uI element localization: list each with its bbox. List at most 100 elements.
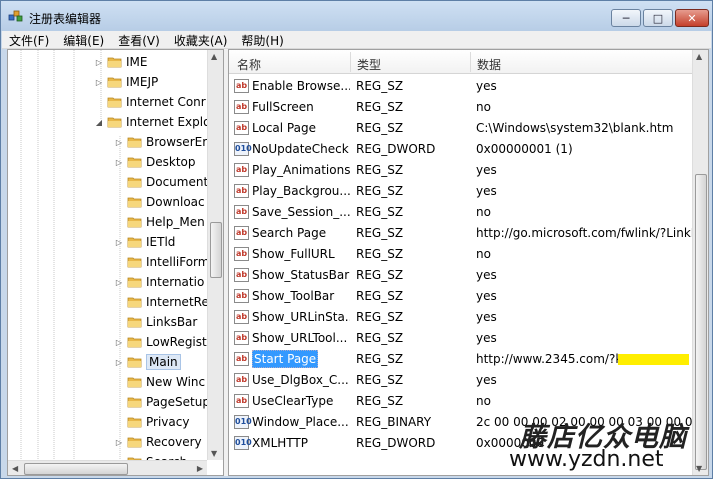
value-name-cell: UseClearType — [252, 394, 334, 408]
value-data-cell: http://go.microsoft.com/fwlink/?LinkId — [476, 226, 692, 240]
tree-expander-icon[interactable]: ▷ — [114, 358, 124, 367]
scroll-down-arrow-icon[interactable]: ▼ — [211, 449, 217, 458]
tree-expander-icon[interactable]: ▷ — [114, 338, 124, 347]
tree-vertical-scrollbar[interactable]: ▲ ▼ — [207, 50, 223, 460]
value-data-cell: yes — [476, 268, 497, 282]
table-row[interactable]: ab Enable Browse... REG_SZ yes — [229, 76, 692, 97]
tree-item[interactable]: ▷ IETld — [114, 232, 175, 252]
tree-item[interactable]: LinksBar — [114, 312, 197, 332]
column-header-type[interactable]: 类型 — [357, 56, 381, 73]
tree-expander-icon[interactable]: ▷ — [114, 238, 124, 247]
table-row[interactable]: 010 NoUpdateCheck REG_DWORD 0x00000001 (1) — [229, 139, 692, 160]
tree-expander-icon[interactable]: ▷ — [114, 278, 124, 287]
tree-item-label: Desktop — [146, 155, 196, 169]
tree-item[interactable]: Internet Conr — [94, 92, 206, 112]
table-row[interactable]: ab Start Page REG_SZ http://www.2345.com/?k — [229, 349, 692, 370]
scroll-right-arrow-icon[interactable]: ▶ — [197, 464, 203, 473]
tree-item[interactable]: ▷ IME — [94, 52, 148, 72]
tree-item[interactable]: ▷ Recovery — [114, 432, 202, 452]
menu-view[interactable]: 查看(V) — [111, 31, 167, 48]
tree-item[interactable]: ▷ Main — [114, 352, 181, 372]
table-row[interactable]: ab Play_Animations REG_SZ yes — [229, 160, 692, 181]
table-row[interactable]: ab Show_StatusBar REG_SZ yes — [229, 265, 692, 286]
tree-expander-icon[interactable]: ▷ — [114, 438, 124, 447]
tree-expander-icon[interactable]: ▷ — [94, 58, 104, 67]
tree-item[interactable]: IntelliForm — [114, 252, 209, 272]
value-data-cell: yes — [476, 79, 497, 93]
table-row[interactable]: ab Local Page REG_SZ C:\Windows\system32\bl… — [229, 118, 692, 139]
scroll-up-arrow-icon[interactable]: ▲ — [211, 52, 217, 61]
tree-item[interactable]: Document — [114, 172, 208, 192]
menu-edit[interactable]: 编辑(E) — [56, 31, 111, 48]
value-type-cell: REG_SZ — [356, 331, 404, 345]
folder-icon — [127, 157, 142, 168]
tree-item[interactable]: New Winc — [114, 372, 205, 392]
title-bar[interactable]: 注册表编辑器 ─ □ ✕ — [1, 1, 712, 31]
key-tree-pane[interactable]: ▷ IME ▷ IMEJP Internet Conr ◢ Internet Explo ▷ B… — [7, 49, 224, 476]
table-row[interactable]: ab UseClearType REG_SZ no — [229, 391, 692, 412]
value-data-cell: 0x00000001 (1) — [476, 142, 573, 156]
table-row[interactable]: ab Show_URLTool... REG_SZ yes — [229, 328, 692, 349]
scroll-up-arrow-icon[interactable]: ▲ — [696, 52, 702, 61]
table-row[interactable]: ab Play_Backgrou... REG_SZ yes — [229, 181, 692, 202]
list-vertical-scrollbar[interactable]: ▲ ▼ — [692, 50, 708, 475]
column-header-data[interactable]: 数据 — [477, 56, 501, 73]
tree-scroll-thumb[interactable] — [210, 222, 222, 278]
table-row[interactable]: ab Use_DlgBox_C... REG_SZ yes — [229, 370, 692, 391]
value-type-cell: REG_SZ — [356, 121, 404, 135]
table-row[interactable]: ab Show_URLinSta... REG_SZ yes — [229, 307, 692, 328]
value-list-pane[interactable]: 名称 类型 数据 ab Enable Browse... REG_SZ yes ab Fu… — [228, 49, 709, 476]
value-type-cell: REG_SZ — [356, 184, 404, 198]
value-type-cell: REG_SZ — [356, 205, 404, 219]
reg-binary-icon: 010 — [234, 415, 252, 429]
value-type-cell: REG_SZ — [356, 394, 404, 408]
scroll-left-arrow-icon[interactable]: ◀ — [12, 464, 18, 473]
column-separator[interactable] — [350, 52, 351, 72]
tree-item-label: IETld — [146, 235, 176, 249]
table-row[interactable]: ab Show_FullURL REG_SZ no — [229, 244, 692, 265]
tree-item[interactable]: ▷ Desktop — [114, 152, 196, 172]
table-row[interactable]: ab FullScreen REG_SZ no — [229, 97, 692, 118]
tree-item[interactable]: ▷ IMEJP — [94, 72, 158, 92]
table-row[interactable]: ab Save_Session_... REG_SZ no — [229, 202, 692, 223]
menu-file[interactable]: 文件(F) — [2, 31, 56, 48]
value-name-cell: FullScreen — [252, 100, 314, 114]
reg-sz-icon: ab — [234, 289, 249, 303]
tree-item[interactable]: ▷ Internatio — [114, 272, 204, 292]
value-name-cell: Enable Browse... — [252, 79, 350, 93]
tree-item[interactable]: ▷ BrowserEr — [114, 132, 207, 152]
menu-help[interactable]: 帮助(H) — [234, 31, 290, 48]
tree-item[interactable]: PageSetup — [114, 392, 210, 412]
column-header-name[interactable]: 名称 — [237, 56, 261, 73]
value-type-cell: REG_SZ — [356, 247, 404, 261]
reg-sz-icon: ab — [234, 247, 249, 261]
tree-horizontal-scrollbar[interactable]: ◀ ▶ — [8, 460, 207, 475]
maximize-button[interactable]: □ — [643, 9, 673, 27]
value-name-cell: Show_StatusBar — [252, 268, 350, 282]
reg-sz-icon: ab — [234, 352, 249, 366]
menu-favorites[interactable]: 收藏夹(A) — [167, 31, 235, 48]
tree-item[interactable]: Privacy — [114, 412, 189, 432]
tree-item[interactable]: Downloac — [114, 192, 205, 212]
tree-expander-icon[interactable]: ▷ — [114, 138, 124, 147]
tree-hscroll-thumb[interactable] — [24, 463, 128, 475]
tree-item[interactable]: ◢ Internet Explo — [94, 112, 211, 132]
table-row[interactable]: ab Show_ToolBar REG_SZ yes — [229, 286, 692, 307]
tree-item[interactable]: InternetRe — [114, 292, 209, 312]
value-name-cell: Window_Place... — [252, 415, 349, 429]
tree-expander-icon[interactable]: ▷ — [94, 78, 104, 87]
value-data-cell: no — [476, 205, 491, 219]
value-type-cell: REG_BINARY — [356, 415, 432, 429]
tree-expander-icon[interactable]: ◢ — [94, 118, 104, 127]
reg-sz-icon: ab — [234, 79, 249, 93]
value-name-cell: Play_Backgrou... — [252, 184, 350, 198]
table-row[interactable]: ab Search Page REG_SZ http://go.microsoft.c… — [229, 223, 692, 244]
folder-icon — [127, 357, 142, 368]
tree-item[interactable]: ▷ LowRegist — [114, 332, 207, 352]
column-separator[interactable] — [470, 52, 471, 72]
tree-expander-icon[interactable]: ▷ — [114, 158, 124, 167]
value-type-cell: REG_SZ — [356, 163, 404, 177]
minimize-button[interactable]: ─ — [611, 9, 641, 27]
close-button[interactable]: ✕ — [675, 9, 709, 27]
tree-item[interactable]: Help_Men — [114, 212, 205, 232]
